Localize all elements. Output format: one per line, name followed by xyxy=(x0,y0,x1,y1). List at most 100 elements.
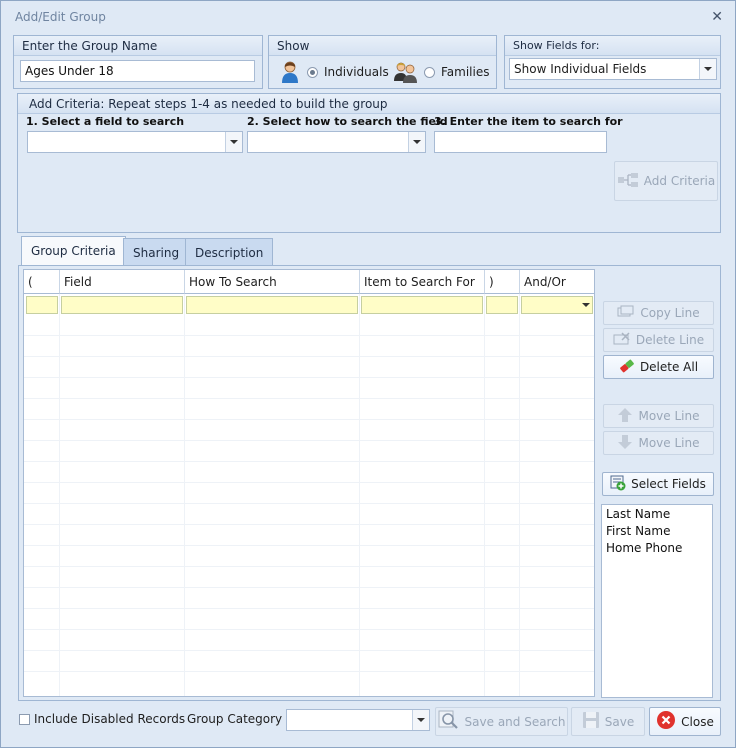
select-fields-button[interactable]: Select Fields xyxy=(602,472,714,496)
col-how-to-search[interactable]: How To Search xyxy=(185,270,360,294)
group-category-label: Group Category xyxy=(187,712,283,726)
delete-line-label: Delete Line xyxy=(635,333,705,347)
grid-vline xyxy=(519,294,520,696)
title-bar: Add/Edit Group ✕ xyxy=(1,1,735,33)
step1-label: 1. Select a field to search xyxy=(26,115,185,128)
arrow-up-icon xyxy=(617,407,633,426)
col-item-to-search[interactable]: Item to Search For xyxy=(360,270,485,294)
delete-all-label: Delete All xyxy=(639,360,699,374)
tab-group-criteria-label: Group Criteria xyxy=(31,244,116,258)
new-row-how-cell[interactable] xyxy=(186,296,358,314)
eraser-icon xyxy=(619,359,635,376)
new-row-open-paren-cell[interactable] xyxy=(26,296,58,314)
tab-description[interactable]: Description xyxy=(185,238,274,266)
add-criteria-label: Add Criteria xyxy=(643,174,716,188)
add-edit-group-window: Add/Edit Group ✕ Enter the Group Name Ag… xyxy=(0,0,736,748)
add-criteria-icon xyxy=(617,172,639,191)
save-label: Save xyxy=(604,714,635,729)
grid-hline xyxy=(24,377,594,378)
step3-label: 3. Enter the item to search for xyxy=(434,115,623,128)
how-to-search-select[interactable] xyxy=(247,131,426,153)
copy-line-button[interactable]: Copy Line xyxy=(603,301,714,325)
show-fields-panel: Show Fields for: Show Individual Fields xyxy=(504,35,721,89)
save-and-search-button[interactable]: Save and Search xyxy=(435,707,568,736)
tab-group-criteria[interactable]: Group Criteria xyxy=(21,236,126,266)
and-or-dropdown-icon[interactable] xyxy=(582,303,590,307)
group-name-panel: Enter the Group Name Ages Under 18 xyxy=(13,35,263,89)
criteria-grid[interactable]: ( Field How To Search Item to Search For… xyxy=(23,269,595,697)
col-and-or[interactable]: And/Or xyxy=(520,270,594,294)
tab-sharing[interactable]: Sharing xyxy=(123,238,190,266)
grid-hline xyxy=(24,629,594,630)
list-item[interactable]: First Name xyxy=(606,524,708,541)
grid-vline xyxy=(184,294,185,696)
include-disabled-label: Include Disabled Records xyxy=(34,712,186,726)
group-category-dropdown-icon[interactable] xyxy=(412,710,429,730)
group-category-select[interactable] xyxy=(286,709,430,731)
grid-vline xyxy=(359,294,360,696)
arrow-down-icon xyxy=(617,434,633,453)
field-select[interactable] xyxy=(27,131,243,153)
grid-hline xyxy=(24,545,594,546)
grid-hline xyxy=(24,482,594,483)
grid-hline xyxy=(24,356,594,357)
grid-hline xyxy=(24,587,594,588)
close-circle-icon xyxy=(656,710,676,733)
field-dropdown-icon[interactable] xyxy=(225,132,242,152)
col-field[interactable]: Field xyxy=(60,270,185,294)
add-criteria-panel: Add Criteria: Repeat steps 1-4 as needed… xyxy=(17,93,721,233)
individuals-radio[interactable] xyxy=(307,67,318,78)
window-close-icon[interactable]: ✕ xyxy=(711,9,723,25)
include-disabled-checkbox[interactable] xyxy=(19,714,30,725)
move-line-down-button[interactable]: Move Line xyxy=(603,431,714,455)
selected-fields-list[interactable]: Last Name First Name Home Phone xyxy=(601,504,713,698)
show-fields-value: Show Individual Fields xyxy=(514,62,647,76)
grid-hline xyxy=(24,524,594,525)
save-button[interactable]: Save xyxy=(571,707,645,736)
new-row-close-paren-cell[interactable] xyxy=(486,296,518,314)
new-row-and-or-cell[interactable] xyxy=(521,296,593,314)
group-name-input[interactable]: Ages Under 18 xyxy=(20,60,255,82)
save-and-search-label: Save and Search xyxy=(464,714,566,729)
close-label: Close xyxy=(681,714,714,729)
grid-hline xyxy=(24,503,594,504)
tab-sharing-label: Sharing xyxy=(133,246,180,260)
close-button[interactable]: Close xyxy=(649,707,721,736)
magnifier-icon xyxy=(438,710,460,733)
tab-description-label: Description xyxy=(195,246,264,260)
delete-line-icon xyxy=(613,331,631,349)
list-item[interactable]: Last Name xyxy=(606,507,708,524)
move-line-up-button[interactable]: Move Line xyxy=(603,404,714,428)
group-name-header: Enter the Group Name xyxy=(14,36,262,56)
search-item-input[interactable] xyxy=(434,131,607,153)
add-criteria-button[interactable]: Add Criteria xyxy=(614,161,718,201)
move-line-up-label: Move Line xyxy=(638,409,700,423)
grid-hline xyxy=(24,566,594,567)
copy-line-label: Copy Line xyxy=(640,306,700,320)
delete-line-button[interactable]: Delete Line xyxy=(603,328,714,352)
new-row-item-cell[interactable] xyxy=(361,296,483,314)
individuals-label: Individuals xyxy=(324,65,389,79)
grid-hline xyxy=(24,650,594,651)
families-radio[interactable] xyxy=(424,67,435,78)
add-criteria-header: Add Criteria: Repeat steps 1-4 as needed… xyxy=(18,94,720,114)
how-to-search-dropdown-icon[interactable] xyxy=(408,132,425,152)
grid-hline xyxy=(24,335,594,336)
grid-hline xyxy=(24,398,594,399)
col-close-paren[interactable]: ) xyxy=(485,270,520,294)
family-people-icon xyxy=(393,60,419,87)
select-fields-icon xyxy=(610,475,626,494)
floppy-disk-icon xyxy=(582,711,600,732)
delete-all-button[interactable]: Delete All xyxy=(603,355,714,379)
grid-vline xyxy=(484,294,485,696)
show-header: Show xyxy=(269,36,496,56)
move-line-down-label: Move Line xyxy=(638,436,700,450)
col-open-paren[interactable]: ( xyxy=(24,270,60,294)
show-fields-select[interactable]: Show Individual Fields xyxy=(509,58,717,80)
show-panel: Show Individuals Families xyxy=(268,35,497,89)
window-title: Add/Edit Group xyxy=(15,10,106,24)
select-fields-label: Select Fields xyxy=(631,477,706,491)
new-row-field-cell[interactable] xyxy=(61,296,183,314)
list-item[interactable]: Home Phone xyxy=(606,541,708,558)
show-fields-dropdown-icon[interactable] xyxy=(699,59,716,79)
